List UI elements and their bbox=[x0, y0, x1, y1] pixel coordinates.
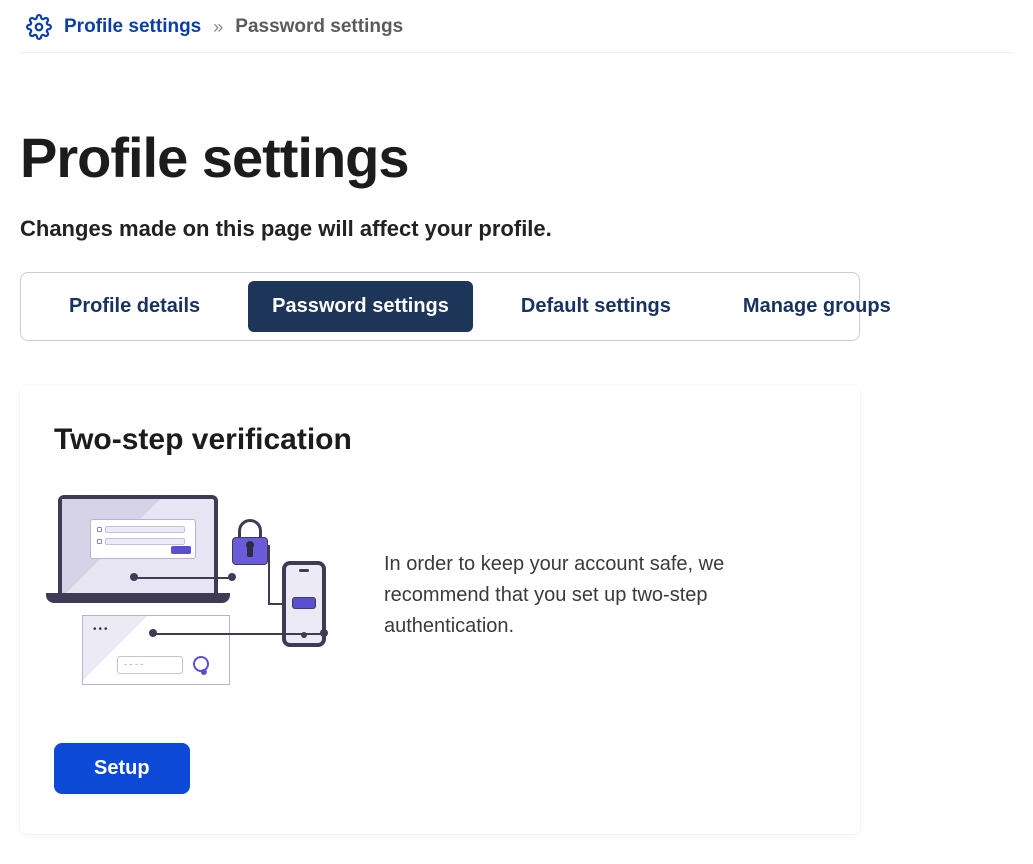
two-step-card: Two-step verification bbox=[20, 385, 860, 834]
laptop-icon bbox=[58, 495, 218, 597]
breadcrumb: Profile settings » Password settings bbox=[20, 0, 1013, 53]
two-step-illustration: ••• bbox=[54, 495, 344, 695]
tab-manage-groups[interactable]: Manage groups bbox=[719, 281, 915, 332]
breadcrumb-parent-link[interactable]: Profile settings bbox=[64, 16, 201, 38]
lock-icon bbox=[232, 519, 268, 565]
page-title: Profile settings bbox=[20, 125, 1013, 190]
two-step-heading: Two-step verification bbox=[54, 423, 826, 457]
tab-default-settings[interactable]: Default settings bbox=[497, 281, 695, 332]
document-icon: ••• bbox=[82, 615, 230, 685]
tab-password-settings[interactable]: Password settings bbox=[248, 281, 473, 332]
tabs-bar: Profile details Password settings Defaul… bbox=[20, 272, 860, 341]
two-step-description: In order to keep your account safe, we r… bbox=[384, 549, 764, 642]
setup-button[interactable]: Setup bbox=[54, 743, 190, 794]
gear-icon bbox=[26, 14, 52, 40]
breadcrumb-current: Password settings bbox=[235, 16, 403, 38]
page-subtitle: Changes made on this page will affect yo… bbox=[20, 216, 1013, 242]
chevron-right-icon: » bbox=[213, 17, 223, 38]
tab-profile-details[interactable]: Profile details bbox=[45, 281, 224, 332]
